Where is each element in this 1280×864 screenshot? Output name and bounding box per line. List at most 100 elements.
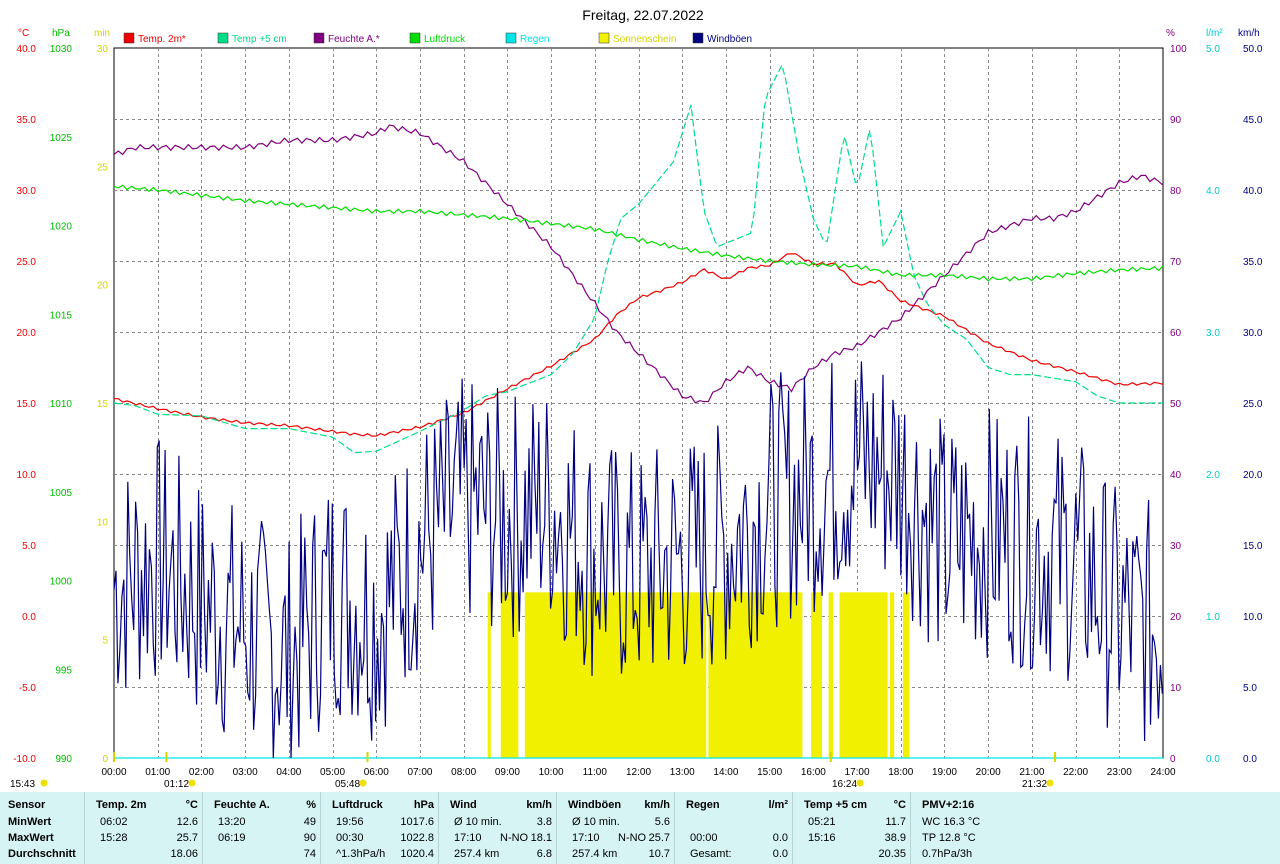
stats-header-unit: °C: [893, 799, 906, 811]
stats-separator: [438, 792, 439, 864]
legend-swatch: [313, 32, 325, 44]
marker-label-moonset: 01:12: [164, 779, 189, 790]
stats-value: 74: [303, 848, 316, 860]
tick-label-wind: 35.0: [1243, 257, 1263, 268]
legend-swatch: [692, 32, 704, 44]
stats-value: 20.35: [878, 848, 906, 860]
time-tick-label: 15:00: [757, 767, 782, 778]
stats-separator: [84, 792, 85, 864]
sunshine-bar: [500, 592, 519, 758]
tick-label-temp: 5.0: [22, 541, 36, 552]
tick-label-temp: -5.0: [19, 683, 37, 694]
stats-value: 3.8: [536, 816, 552, 828]
legend-label: Windböen: [707, 34, 752, 45]
stats-header-unit: %: [306, 799, 316, 811]
axis-unit-left: min: [94, 28, 110, 39]
time-tick-label: 08:00: [451, 767, 476, 778]
sunshine-bar: [828, 592, 834, 758]
weather-chart: Freitag, 22.07.2022 °C hPa min% l/m² km/h Te…: [0, 0, 1280, 792]
axis-unit-right: l/m²: [1206, 28, 1223, 39]
tick-label-rain: 4.0: [1206, 186, 1220, 197]
stats-pmv: WC 16.3 °C: [922, 816, 981, 828]
tick-label-humidity: 80: [1170, 186, 1182, 197]
stats-header-unit: km/h: [526, 799, 552, 811]
marker-label-moonset_prev: 15:43: [10, 779, 35, 790]
marker-label-sunrise: 05:48: [335, 779, 360, 790]
tick-label-temp: 10.0: [17, 470, 37, 481]
time-tick-label: 20:00: [976, 767, 1001, 778]
sunshine-bar: [708, 592, 803, 758]
legend-label: Temp. 2m*: [138, 34, 186, 45]
stats-value: 18.06: [170, 848, 198, 860]
time-tick-label: 12:00: [626, 767, 651, 778]
time-tick-label: 23:00: [1107, 767, 1132, 778]
stats-value: 90: [303, 832, 316, 844]
stats-value: 38.9: [884, 832, 906, 844]
legend-swatch: [217, 32, 229, 44]
stats-pmv: TP 12.8 °C: [922, 832, 976, 844]
stats-separator: [792, 792, 793, 864]
stats-header-unit: hPa: [413, 799, 434, 811]
time-tick-label: 22:00: [1063, 767, 1088, 778]
tick-label-rain: 3.0: [1206, 328, 1220, 339]
tick-label-temp: 30.0: [17, 186, 37, 197]
sun-icon: [359, 779, 367, 787]
tick-label-humidity: 20: [1170, 612, 1182, 623]
stats-value: 25.7: [176, 832, 198, 844]
tick-label-wind: 10.0: [1243, 612, 1263, 623]
tick-label-pressure: 995: [55, 665, 72, 676]
tick-label-sunshine: 20: [97, 281, 109, 292]
stats-header-unit: °C: [185, 799, 198, 811]
tick-label-humidity: 60: [1170, 328, 1182, 339]
time-tick-label: 07:00: [407, 767, 432, 778]
time-tick-label: 24:00: [1150, 767, 1175, 778]
stats-separator: [556, 792, 557, 864]
tick-label-temp: 15.0: [17, 399, 37, 410]
tick-label-temp: 25.0: [17, 257, 37, 268]
tick-label-temp: -10.0: [13, 754, 36, 765]
legend-label: Luftdruck: [424, 34, 466, 45]
legend-label: Temp +5 cm: [232, 34, 287, 45]
stats-value: 10.7: [648, 848, 670, 860]
stats-value: 1022.8: [400, 832, 434, 844]
tick-label-pressure: 1010: [50, 399, 73, 410]
tick-label-sunshine: 10: [97, 517, 109, 528]
legend-swatch: [505, 32, 517, 44]
statistics-panel: Sensor Temp. 2m °C Feuchte A.% Luftdruck hPa W…: [0, 792, 1280, 864]
sunshine-bars: [487, 592, 910, 758]
sunshine-bar: [524, 592, 707, 758]
time-tick-label: 01:00: [145, 767, 170, 778]
tick-label-humidity: 0: [1170, 754, 1176, 765]
stats-header: PMV+2:16: [922, 799, 975, 811]
stats-value: 49: [303, 816, 316, 828]
axis-unit-left: hPa: [52, 28, 70, 39]
tick-label-humidity: 100: [1170, 44, 1187, 55]
tick-label-sunshine: 0: [102, 754, 108, 765]
time-tick-label: 05:00: [320, 767, 345, 778]
stats-row-label: MinWert: [8, 816, 52, 828]
tick-label-pressure: 1000: [50, 577, 73, 588]
stats-value: 6.8: [536, 848, 552, 860]
stats-value: 0.0: [772, 832, 788, 844]
tick-label-wind: 40.0: [1243, 186, 1263, 197]
time-tick-label: 04:00: [276, 767, 301, 778]
stats-pmv: 0.7hPa/3h: [922, 848, 973, 860]
tick-label-humidity: 70: [1170, 257, 1182, 268]
legend-swatch: [409, 32, 421, 44]
sunshine-bar: [902, 592, 910, 758]
time-tick-label: 18:00: [888, 767, 913, 778]
stats-value: 18.1: [530, 832, 552, 844]
legend-label: Sonnenschein: [613, 34, 676, 45]
stats-value: 12.6: [176, 816, 198, 828]
axis-unit-right: %: [1166, 28, 1175, 39]
tick-label-pressure: 1030: [50, 44, 73, 55]
time-tick-label: 10:00: [539, 767, 564, 778]
stats-separator: [202, 792, 203, 864]
axis-unit-left: °C: [18, 28, 29, 39]
tick-label-temp: 20.0: [17, 328, 37, 339]
sunshine-bar: [487, 592, 491, 758]
time-tick-label: 13:00: [670, 767, 695, 778]
stats-value: 1017.6: [400, 816, 434, 828]
time-tick-label: 02:00: [189, 767, 214, 778]
moon-icon: [856, 779, 864, 787]
